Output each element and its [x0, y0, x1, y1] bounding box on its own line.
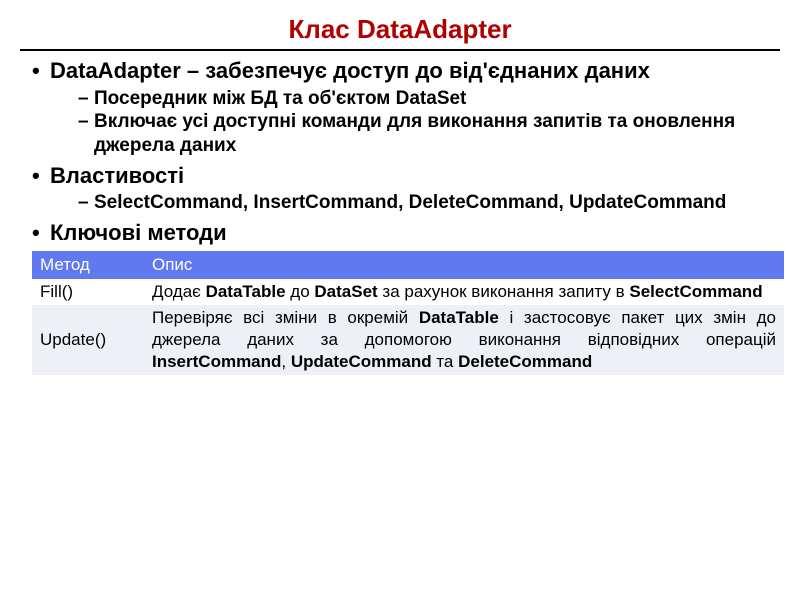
methods-table: Метод Опис Fill() Додає DataTable до Dat… — [32, 251, 784, 375]
bullet-text: Ключові методи — [50, 220, 227, 245]
desc-text: та — [432, 352, 459, 371]
table-row: Update() Перевіряє всі зміни в окремій D… — [32, 305, 784, 375]
table-row: Fill() Додає DataTable до DataSet за рах… — [32, 279, 784, 305]
cell-desc: Додає DataTable до DataSet за рахунок ви… — [144, 279, 784, 305]
sub-bullet-item: SelectCommand, InsertCommand, DeleteComm… — [78, 191, 786, 215]
bullet-list: DataAdapter – забезпечує доступ до від'є… — [14, 57, 786, 247]
desc-text: за рахунок виконання запиту в — [378, 282, 630, 301]
table-header-desc: Опис — [144, 251, 784, 279]
desc-text: до — [286, 282, 315, 301]
bullet-item: DataAdapter – забезпечує доступ до від'є… — [32, 57, 786, 158]
cell-method: Update() — [32, 305, 144, 375]
desc-bold: UpdateCommand — [291, 352, 432, 371]
desc-bold: SelectCommand — [629, 282, 762, 301]
table-header-row: Метод Опис — [32, 251, 784, 279]
desc-bold: DataTable — [206, 282, 286, 301]
sub-bullet-item: Включає усі доступні команди для виконан… — [78, 110, 786, 158]
table-header-method: Метод — [32, 251, 144, 279]
cell-desc: Перевіряє всі зміни в окремій DataTable … — [144, 305, 784, 375]
cell-method: Fill() — [32, 279, 144, 305]
bullet-text: DataAdapter – забезпечує доступ до від'є… — [50, 58, 650, 83]
bullet-item: Властивості SelectCommand, InsertCommand… — [32, 162, 786, 215]
sub-bullet-list: SelectCommand, InsertCommand, DeleteComm… — [50, 191, 786, 215]
sub-bullet-item: Посередник між БД та об'єктом DataSet — [78, 87, 786, 111]
desc-bold: InsertCommand — [152, 352, 281, 371]
desc-bold: DeleteCommand — [458, 352, 592, 371]
desc-text: Перевіряє всі зміни в окремій — [152, 308, 419, 327]
title-rule — [20, 49, 780, 51]
sub-bullet-list: Посередник між БД та об'єктом DataSet Вк… — [50, 87, 786, 158]
desc-text: Додає — [152, 282, 206, 301]
desc-text: , — [281, 352, 290, 371]
desc-bold: DataTable — [419, 308, 499, 327]
desc-bold: DataSet — [314, 282, 377, 301]
slide: Клас DataAdapter DataAdapter – забезпечу… — [0, 0, 800, 600]
bullet-text: Властивості — [50, 163, 184, 188]
bullet-item: Ключові методи — [32, 219, 786, 247]
slide-title: Клас DataAdapter — [14, 14, 786, 45]
